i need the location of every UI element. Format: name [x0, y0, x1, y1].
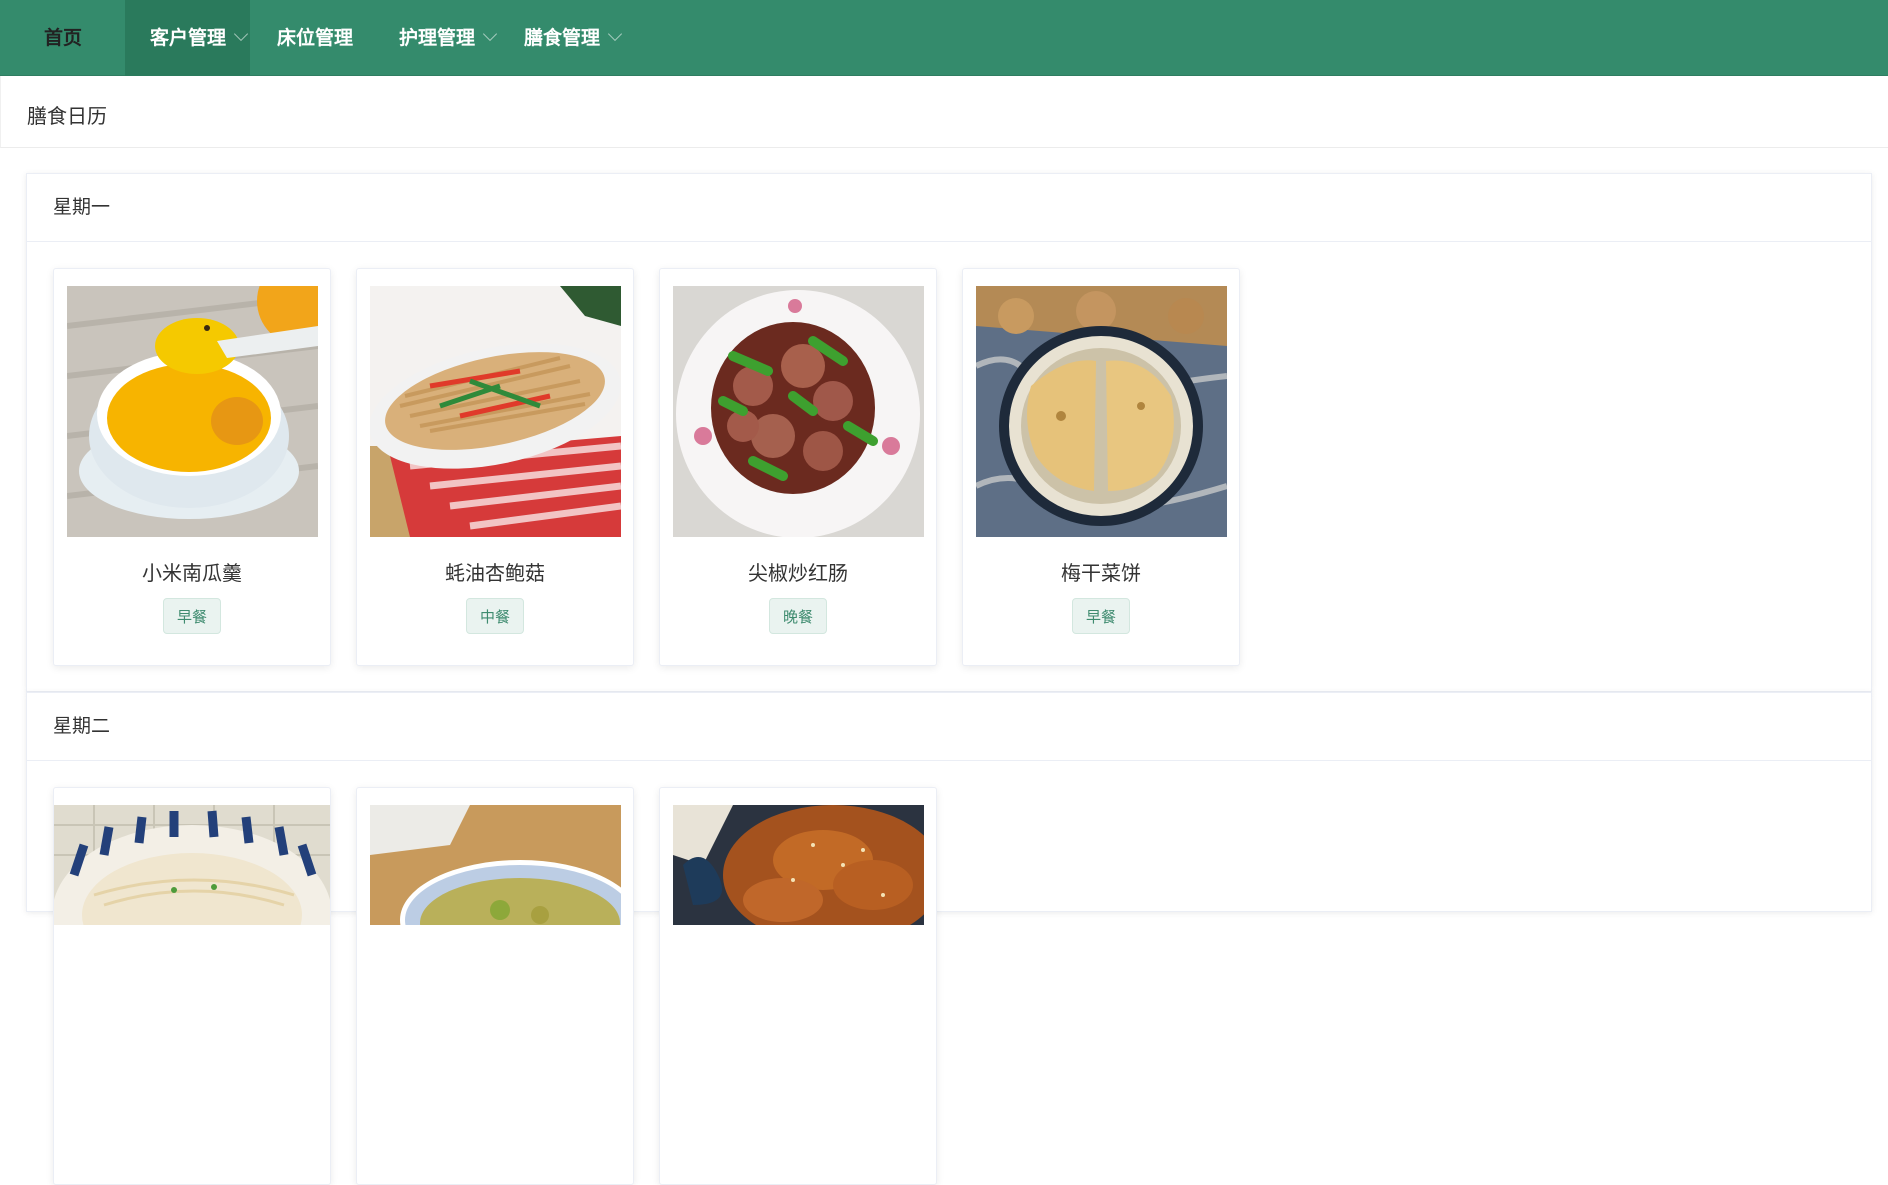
meal-card[interactable]: 蚝油杏鲍菇 中餐 — [356, 268, 634, 666]
nav-item-label: 客户管理 — [150, 27, 227, 49]
day-section-tuesday: 星期二 — [26, 692, 1872, 1185]
page-title: 膳食日历 — [27, 104, 107, 128]
meal-type-badge: 早餐 — [162, 598, 222, 634]
meal-type-badge: 晚餐 — [768, 598, 828, 634]
chevron-down-icon — [482, 26, 498, 42]
meal-name: 尖椒炒红肠 — [748, 561, 848, 585]
nav-item-label: 膳食管理 — [524, 27, 601, 49]
meal-type-badge: 早餐 — [1071, 598, 1131, 634]
sesame-chicken-image — [673, 805, 924, 1056]
meal-card[interactable] — [659, 787, 937, 1185]
nav-item-home[interactable]: 首页 — [44, 0, 82, 76]
nav-item-customer-management[interactable]: 客户管理 — [125, 0, 250, 76]
meal-card[interactable] — [356, 787, 634, 1185]
vegetable-bowl-image — [370, 805, 621, 1056]
nav-item-label: 首页 — [44, 27, 83, 49]
chevron-down-icon — [233, 26, 249, 42]
page-header: 膳食日历 — [0, 76, 1888, 148]
day-title: 星期二 — [27, 693, 1871, 761]
meal-type-badge: 中餐 — [465, 598, 525, 634]
meal-card[interactable]: 小米南瓜羹 早餐 — [53, 268, 331, 666]
nav-item-label: 床位管理 — [277, 27, 354, 49]
meal-card[interactable]: 梅干菜饼 早餐 — [962, 268, 1240, 666]
top-navbar: 首页 客户管理 床位管理 护理管理 膳食管理 — [0, 0, 1888, 76]
day-title: 星期一 — [27, 174, 1871, 242]
day-section-monday: 星期一 小米南瓜羹 早餐 蚝油杏鲍菇 中餐 尖椒炒红肠 晚餐 梅干菜饼 早餐 — [26, 173, 1872, 692]
nav-item-bed-management[interactable]: 床位管理 — [277, 0, 353, 76]
vegetable-pancake-image — [976, 286, 1227, 537]
meal-name: 蚝油杏鲍菇 — [445, 561, 545, 585]
noodle-bowl-image — [54, 805, 330, 1056]
meal-name: 梅干菜饼 — [1061, 561, 1141, 585]
nav-item-meal-management[interactable]: 膳食管理 — [524, 0, 623, 76]
mushroom-stirfry-image — [370, 286, 621, 537]
sausage-pepper-image — [673, 286, 924, 537]
meal-name: 小米南瓜羹 — [142, 561, 242, 585]
pumpkin-soup-image — [67, 286, 318, 537]
nav-item-care-management[interactable]: 护理管理 — [399, 0, 498, 76]
nav-item-label: 护理管理 — [399, 27, 476, 49]
meal-card[interactable]: 尖椒炒红肠 晚餐 — [659, 268, 937, 666]
meal-card[interactable] — [53, 787, 331, 1185]
chevron-down-icon — [607, 26, 623, 42]
